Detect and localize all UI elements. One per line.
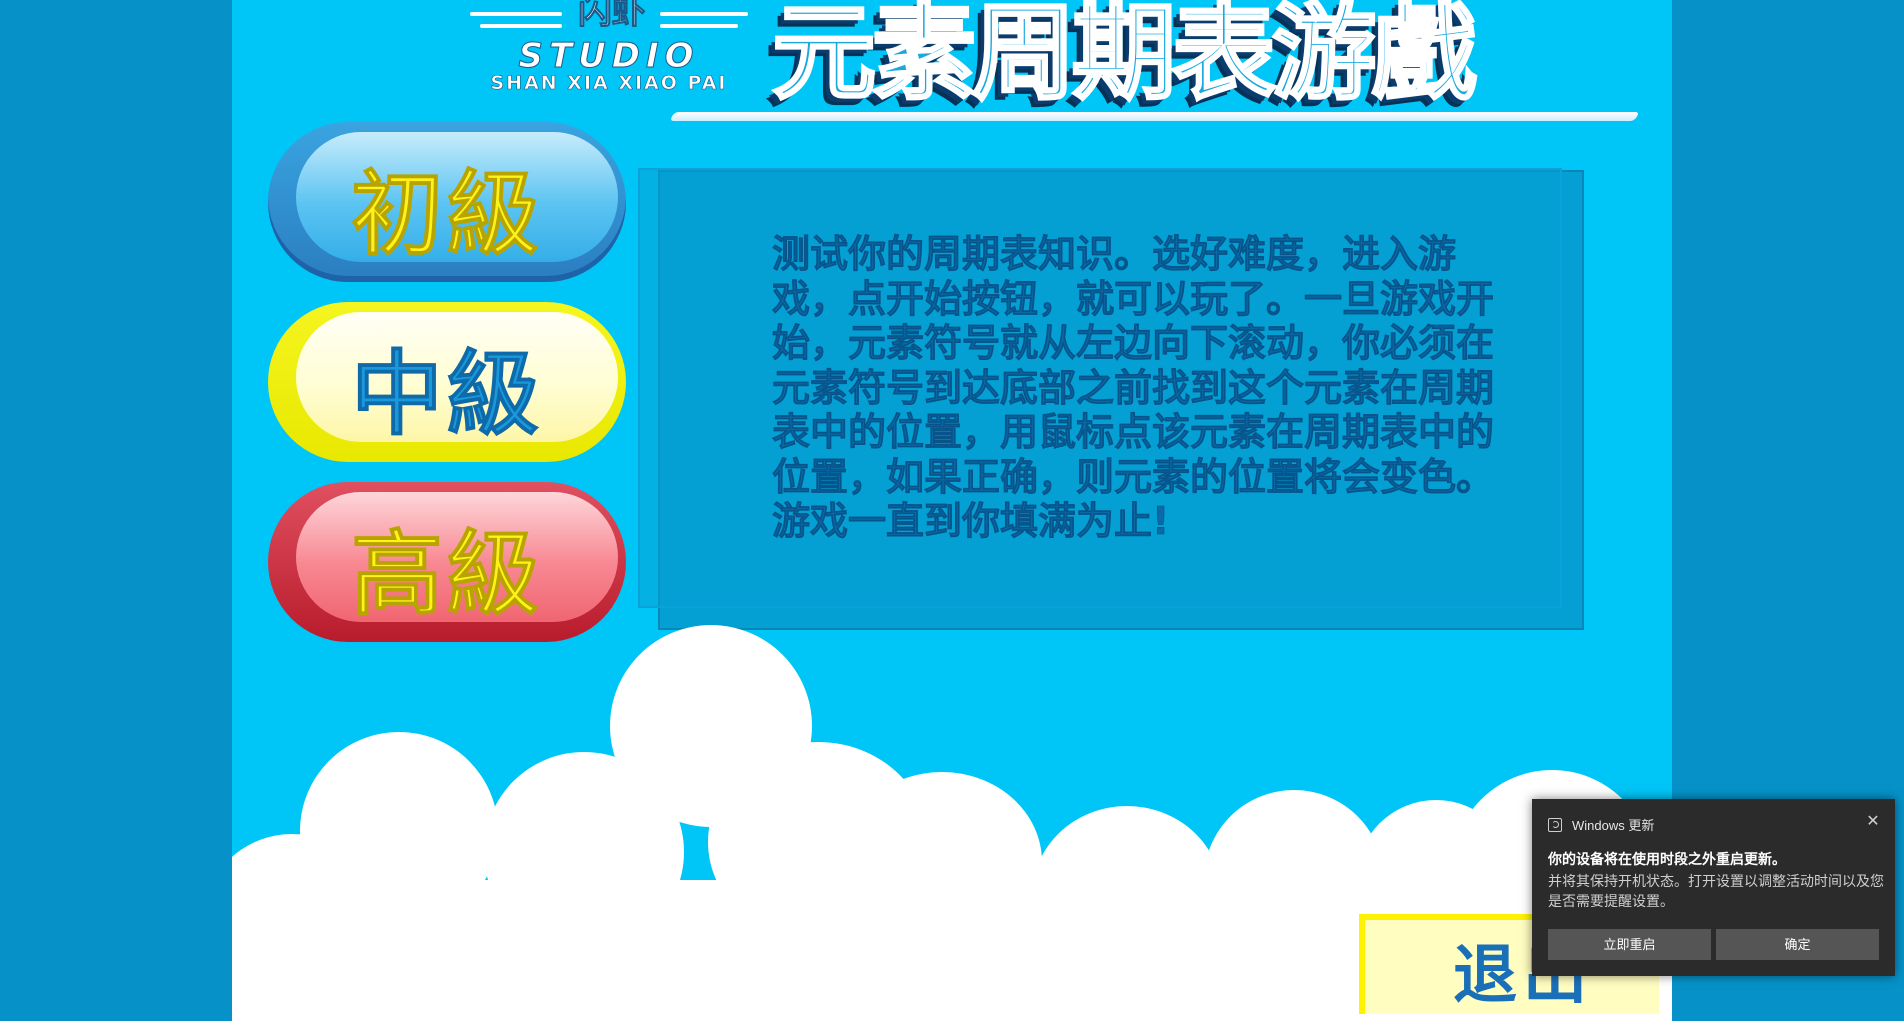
- notification-title: 你的设备将在使用时段之外重启更新。: [1548, 851, 1786, 867]
- logo-decor-line: [660, 12, 748, 16]
- studio-logo: 闪虾 STUDIO SHAN XIA XIAO PAI: [464, 0, 754, 98]
- logo-decor-line: [660, 24, 738, 28]
- notification-app-name: Windows 更新: [1572, 818, 1655, 833]
- windows-update-notification: Windows 更新 ✕ 你的设备将在使用时段之外重启更新。 并将其保持开机状态…: [1532, 799, 1895, 976]
- restart-now-button[interactable]: 立即重启: [1548, 929, 1711, 960]
- level-advanced-button[interactable]: 高級: [268, 482, 626, 642]
- logo-studio-text: STUDIO: [518, 36, 700, 77]
- game-title: 元素周期表游戲: [771, 0, 1478, 116]
- game-stage: 闪虾 STUDIO SHAN XIA XIAO PAI 元素周期表游戲 初級 中…: [232, 0, 1672, 1021]
- title-underline: [669, 112, 1640, 121]
- logo-decor-line: [480, 24, 562, 28]
- level-advanced-label: 高級: [350, 520, 543, 629]
- logo-brand-text: 闪虾: [578, 0, 647, 33]
- close-icon[interactable]: ✕: [1862, 811, 1884, 833]
- windows-update-icon: [1548, 818, 1562, 832]
- ok-button[interactable]: 确定: [1716, 929, 1879, 960]
- level-intermediate-button[interactable]: 中級: [268, 302, 626, 462]
- logo-subtitle: SHAN XIA XIAO PAI: [490, 72, 728, 95]
- level-beginner-label: 初級: [350, 160, 543, 269]
- logo-decor-line: [470, 12, 562, 16]
- instructions-text: 测试你的周期表知识。选好难度，进入游戏，点开始按钮，就可以玩了。一旦游戏开始，元…: [772, 232, 1495, 544]
- level-intermediate-label: 中級: [350, 340, 543, 449]
- notification-body: 并将其保持开机状态。打开设置以调整活动时间以及您是否需要提醒设置。: [1548, 873, 1884, 909]
- level-beginner-button[interactable]: 初級: [268, 122, 626, 282]
